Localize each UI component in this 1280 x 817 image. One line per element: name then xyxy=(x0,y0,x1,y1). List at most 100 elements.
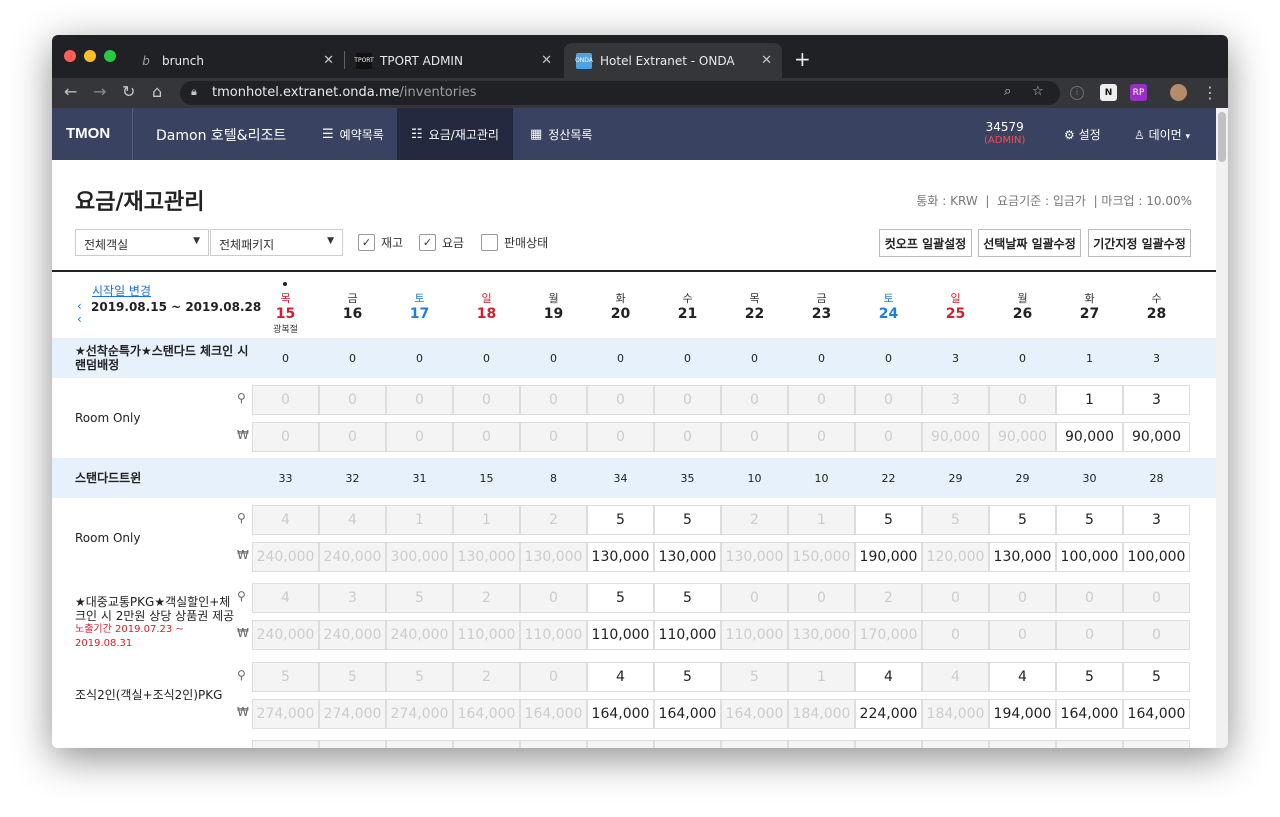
grid-cell-input[interactable]: 300,000 xyxy=(386,542,453,572)
grid-cell-input[interactable]: 0 xyxy=(855,385,922,415)
grid-cell-input[interactable]: 5 xyxy=(855,505,922,535)
grid-cell-input[interactable]: 0 xyxy=(319,385,386,415)
grid-cell-input[interactable]: 130,000 xyxy=(520,542,587,572)
grid-cell-input[interactable]: 240,000 xyxy=(386,620,453,650)
close-tab-icon[interactable]: ✕ xyxy=(761,53,772,68)
grid-cell-input[interactable]: 0 xyxy=(989,583,1056,613)
browser-menu-icon[interactable]: ⋮ xyxy=(1202,83,1218,102)
home-icon[interactable]: ⌂ xyxy=(152,82,162,101)
tab-brunch[interactable]: b brunch ✕ xyxy=(126,43,344,78)
reload-icon[interactable]: ↻ xyxy=(122,82,135,101)
url-text[interactable]: tmonhotel.extranet.onda.me/inventories xyxy=(212,85,476,100)
grid-cell-input[interactable]: 5 xyxy=(587,505,654,535)
grid-cell-input[interactable]: 150,000 xyxy=(788,542,855,572)
close-window-button[interactable] xyxy=(64,50,76,62)
grid-cell-input[interactable]: 110,000 xyxy=(587,620,654,650)
next-range-icon[interactable]: ‹ xyxy=(77,313,82,326)
selected-date-bulk-button[interactable]: 선택날짜 일괄수정 xyxy=(978,229,1081,257)
grid-cell-input[interactable] xyxy=(386,740,453,748)
info-extension-icon[interactable]: i xyxy=(1070,86,1084,100)
change-start-date-link[interactable]: 시작일 변경 xyxy=(92,282,151,299)
grid-cell-input[interactable]: 5 xyxy=(1123,662,1190,692)
grid-cell-input[interactable]: 90,000 xyxy=(989,422,1056,452)
grid-cell-input[interactable]: 130,000 xyxy=(721,542,788,572)
grid-cell-input[interactable]: 5 xyxy=(386,583,453,613)
grid-cell-input[interactable]: 0 xyxy=(721,583,788,613)
grid-cell-input[interactable] xyxy=(989,740,1056,748)
grid-cell-input[interactable]: 164,000 xyxy=(520,699,587,729)
grid-cell-input[interactable] xyxy=(587,740,654,748)
nav-rates-inventory[interactable]: ☷ 요금/재고관리 xyxy=(397,108,513,160)
grid-cell-input[interactable]: 170,000 xyxy=(855,620,922,650)
grid-cell-input[interactable]: 2 xyxy=(453,662,520,692)
grid-cell-input[interactable] xyxy=(721,740,788,748)
package-select[interactable]: 전체패키지 ▼ xyxy=(210,229,343,256)
grid-cell-input[interactable]: 5 xyxy=(1056,505,1123,535)
grid-cell-input[interactable]: 1 xyxy=(386,505,453,535)
grid-cell-input[interactable]: 110,000 xyxy=(721,620,788,650)
grid-cell-input[interactable] xyxy=(520,740,587,748)
grid-cell-input[interactable]: 5 xyxy=(721,662,788,692)
grid-cell-input[interactable] xyxy=(252,740,319,748)
grid-cell-input[interactable]: 1 xyxy=(788,505,855,535)
grid-cell-input[interactable] xyxy=(1123,740,1190,748)
grid-cell-input[interactable]: 0 xyxy=(654,385,721,415)
grid-cell-input[interactable]: 240,000 xyxy=(252,620,319,650)
period-bulk-button[interactable]: 기간지정 일괄수정 xyxy=(1088,229,1191,257)
grid-cell-input[interactable]: 0 xyxy=(252,385,319,415)
grid-cell-input[interactable]: 1 xyxy=(788,662,855,692)
grid-cell-input[interactable] xyxy=(922,740,989,748)
grid-cell-input[interactable]: 0 xyxy=(1123,620,1190,650)
cutoff-bulk-button[interactable]: 컷오프 일괄설정 xyxy=(879,229,972,257)
grid-cell-input[interactable]: 0 xyxy=(721,385,788,415)
grid-cell-input[interactable]: 164,000 xyxy=(1056,699,1123,729)
rate-checkbox[interactable]: ✓ 요금 xyxy=(419,234,464,251)
stock-checkbox[interactable]: ✓ 재고 xyxy=(358,234,403,251)
close-tab-icon[interactable]: ✕ xyxy=(541,53,552,68)
grid-cell-input[interactable]: 0 xyxy=(989,385,1056,415)
grid-cell-input[interactable]: 5 xyxy=(386,662,453,692)
grid-cell-input[interactable]: 194,000 xyxy=(989,699,1056,729)
grid-cell-input[interactable]: 2 xyxy=(520,505,587,535)
grid-cell-input[interactable]: 5 xyxy=(654,583,721,613)
notion-extension-icon[interactable]: N xyxy=(1100,84,1117,101)
grid-cell-input[interactable]: 0 xyxy=(1056,583,1123,613)
grid-cell-input[interactable]: 130,000 xyxy=(788,620,855,650)
grid-cell-input[interactable]: 0 xyxy=(453,422,520,452)
grid-cell-input[interactable]: 5 xyxy=(319,662,386,692)
close-tab-icon[interactable]: ✕ xyxy=(323,53,334,68)
grid-cell-input[interactable]: 164,000 xyxy=(587,699,654,729)
grid-cell-input[interactable]: 0 xyxy=(788,583,855,613)
grid-cell-input[interactable]: 164,000 xyxy=(721,699,788,729)
grid-cell-input[interactable]: 0 xyxy=(520,422,587,452)
minimize-window-button[interactable] xyxy=(84,50,96,62)
grid-cell-input[interactable] xyxy=(788,740,855,748)
grid-cell-input[interactable]: 0 xyxy=(319,422,386,452)
grid-cell-input[interactable]: 130,000 xyxy=(654,542,721,572)
grid-cell-input[interactable]: 184,000 xyxy=(922,699,989,729)
grid-cell-input[interactable]: 0 xyxy=(788,422,855,452)
grid-cell-input[interactable]: 130,000 xyxy=(587,542,654,572)
back-icon[interactable]: ← xyxy=(64,82,77,101)
grid-cell-input[interactable]: 4 xyxy=(922,662,989,692)
grid-cell-input[interactable]: 4 xyxy=(587,662,654,692)
grid-cell-input[interactable]: 0 xyxy=(520,385,587,415)
profile-avatar[interactable] xyxy=(1170,84,1187,101)
grid-cell-input[interactable]: 5 xyxy=(654,662,721,692)
grid-cell-input[interactable]: 4 xyxy=(252,583,319,613)
grid-cell-input[interactable]: 240,000 xyxy=(319,542,386,572)
grid-cell-input[interactable]: 3 xyxy=(319,583,386,613)
grid-cell-input[interactable]: 1 xyxy=(1056,385,1123,415)
grid-cell-input[interactable]: 0 xyxy=(855,422,922,452)
settings-button[interactable]: ⚙ 설정 xyxy=(1064,126,1101,143)
bookmark-star-icon[interactable]: ☆ xyxy=(1032,84,1044,99)
grid-cell-input[interactable]: 190,000 xyxy=(855,542,922,572)
grid-cell-input[interactable]: 2 xyxy=(721,505,788,535)
grid-cell-input[interactable]: 5 xyxy=(654,505,721,535)
grid-cell-input[interactable]: 0 xyxy=(922,583,989,613)
scrollbar-thumb[interactable] xyxy=(1218,112,1226,162)
grid-cell-input[interactable]: 5 xyxy=(1056,662,1123,692)
grid-cell-input[interactable]: 274,000 xyxy=(319,699,386,729)
grid-cell-input[interactable]: 5 xyxy=(989,505,1056,535)
forward-icon[interactable]: → xyxy=(93,82,106,101)
